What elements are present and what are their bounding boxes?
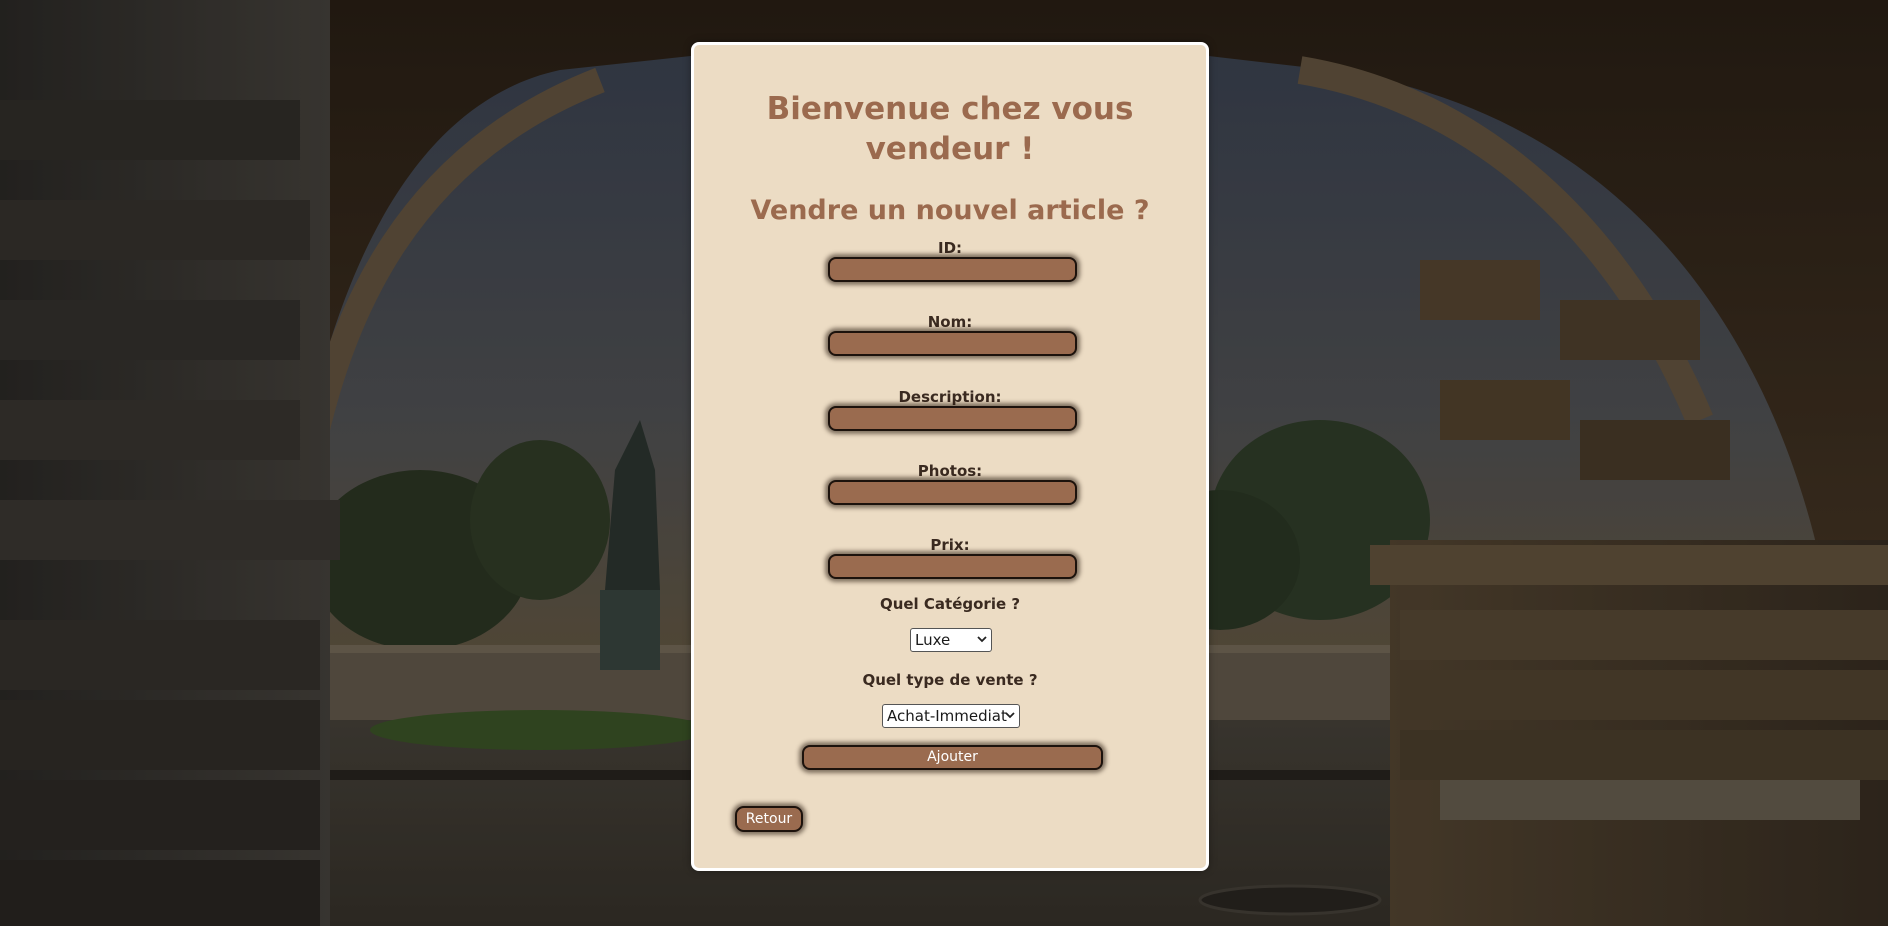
description-label: Description: [898,388,1002,406]
sale-type-select[interactable]: Achat-Immediat [882,704,1020,728]
chevron-down-icon [977,636,987,643]
category-select-value: Luxe [915,631,951,649]
page-title: Bienvenue chez vous vendeur ! [694,89,1206,169]
back-button[interactable]: Retour [735,806,803,832]
sale-type-label: Quel type de vente ? [862,671,1038,689]
add-button[interactable]: Ajouter [802,745,1103,770]
sale-type-select-value: Achat-Immediat [887,707,1007,725]
page-title-line1: Bienvenue chez vous [766,91,1134,127]
photos-input[interactable] [828,480,1077,505]
category-select[interactable]: Luxe [910,628,992,652]
form-heading: Vendre un nouvel article ? [750,195,1150,226]
nom-input[interactable] [828,331,1077,356]
prix-label: Prix: [930,536,970,554]
chevron-down-icon [1005,712,1015,719]
nom-label: Nom: [927,313,973,331]
page-title-line2: vendeur ! [865,131,1035,167]
seller-card: Bienvenue chez vous vendeur ! Vendre un … [691,42,1209,871]
category-label: Quel Catégorie ? [879,595,1021,613]
id-input[interactable] [828,257,1077,282]
photos-label: Photos: [917,462,983,480]
id-label: ID: [937,239,963,257]
prix-input[interactable] [828,554,1077,579]
description-input[interactable] [828,406,1077,431]
